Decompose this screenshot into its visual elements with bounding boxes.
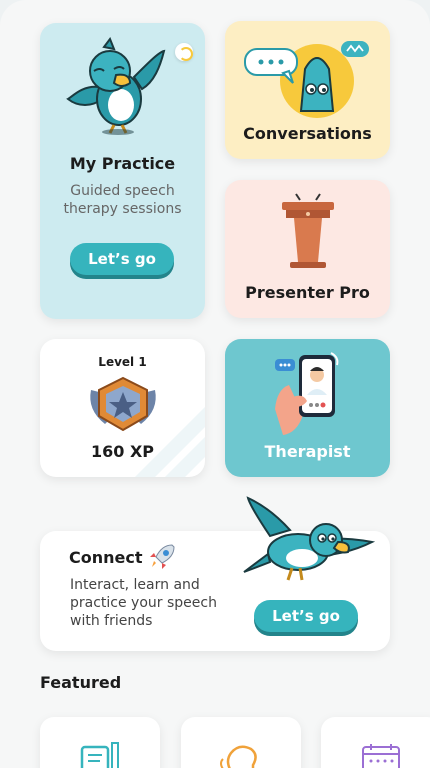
flying-bird-mascot-icon <box>243 496 376 581</box>
connect-desc-1: Interact, learn and <box>70 577 200 593</box>
calendar-icon <box>362 744 400 768</box>
home-sheet: My Practice Guided speech therapy sessio… <box>0 0 430 768</box>
podium-icon <box>282 193 334 268</box>
my-practice-card[interactable]: My Practice Guided speech therapy sessio… <box>40 23 205 319</box>
therapist-title: Therapist <box>264 442 351 461</box>
level-card[interactable]: Level 1 160 XP <box>40 339 205 477</box>
connect-title: Connect <box>69 548 143 567</box>
presenter-pro-title: Presenter Pro <box>245 283 370 302</box>
video-call-phone-icon <box>275 352 339 435</box>
presenter-pro-card[interactable]: Presenter Pro <box>225 180 390 318</box>
my-practice-title: My Practice <box>69 154 176 173</box>
featured-item-2[interactable] <box>181 717 301 768</box>
conversations-title: Conversations <box>243 124 372 143</box>
my-practice-subtitle-1: Guided speech <box>70 183 175 199</box>
speaking-head-icon <box>220 745 257 768</box>
connect-lets-go-button[interactable]: Let’s go <box>254 600 358 632</box>
my-practice-subtitle-2: therapy sessions <box>63 201 182 217</box>
chat-bubbles-icon <box>244 41 369 118</box>
level-badge-icon <box>90 376 156 432</box>
connect-desc-3: with friends <box>70 613 153 629</box>
featured-heading: Featured <box>40 673 122 692</box>
bird-mascot-icon <box>66 37 166 135</box>
progress-ring-icon <box>175 43 193 61</box>
therapist-card[interactable]: Therapist <box>225 339 390 477</box>
document-pencil-icon <box>80 742 119 768</box>
rocket-icon <box>150 544 175 569</box>
level-label: Level 1 <box>98 355 147 369</box>
featured-item-1[interactable] <box>40 717 160 768</box>
practice-lets-go-button[interactable]: Let’s go <box>70 243 174 275</box>
conversations-card[interactable]: Conversations <box>225 21 390 159</box>
connect-desc-2: practice your speech <box>70 595 217 611</box>
featured-item-3[interactable] <box>321 717 430 768</box>
xp-value: 160 XP <box>90 442 155 461</box>
